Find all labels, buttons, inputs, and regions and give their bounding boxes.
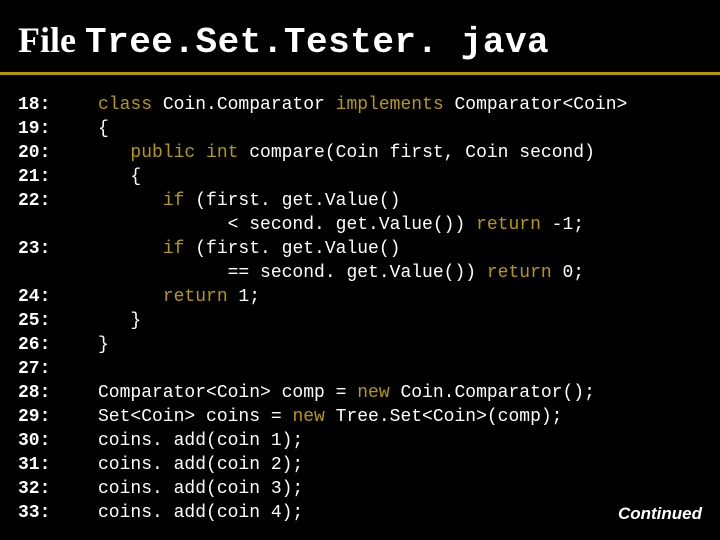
- continued-badge: Continued: [614, 502, 706, 526]
- slide: File Tree.Set.Tester. java 18: 19: 20: 2…: [0, 0, 720, 540]
- slide-title: File Tree.Set.Tester. java: [0, 0, 720, 68]
- title-prefix: File: [18, 20, 76, 60]
- code-content: class Coin.Comparator implements Compara…: [98, 93, 627, 525]
- line-number-gutter: 18: 19: 20: 21: 22: 23: 24: 25: 26: 27: …: [18, 93, 98, 525]
- title-filename: Tree.Set.Tester. java: [85, 22, 549, 63]
- code-block: 18: 19: 20: 21: 22: 23: 24: 25: 26: 27: …: [0, 75, 720, 525]
